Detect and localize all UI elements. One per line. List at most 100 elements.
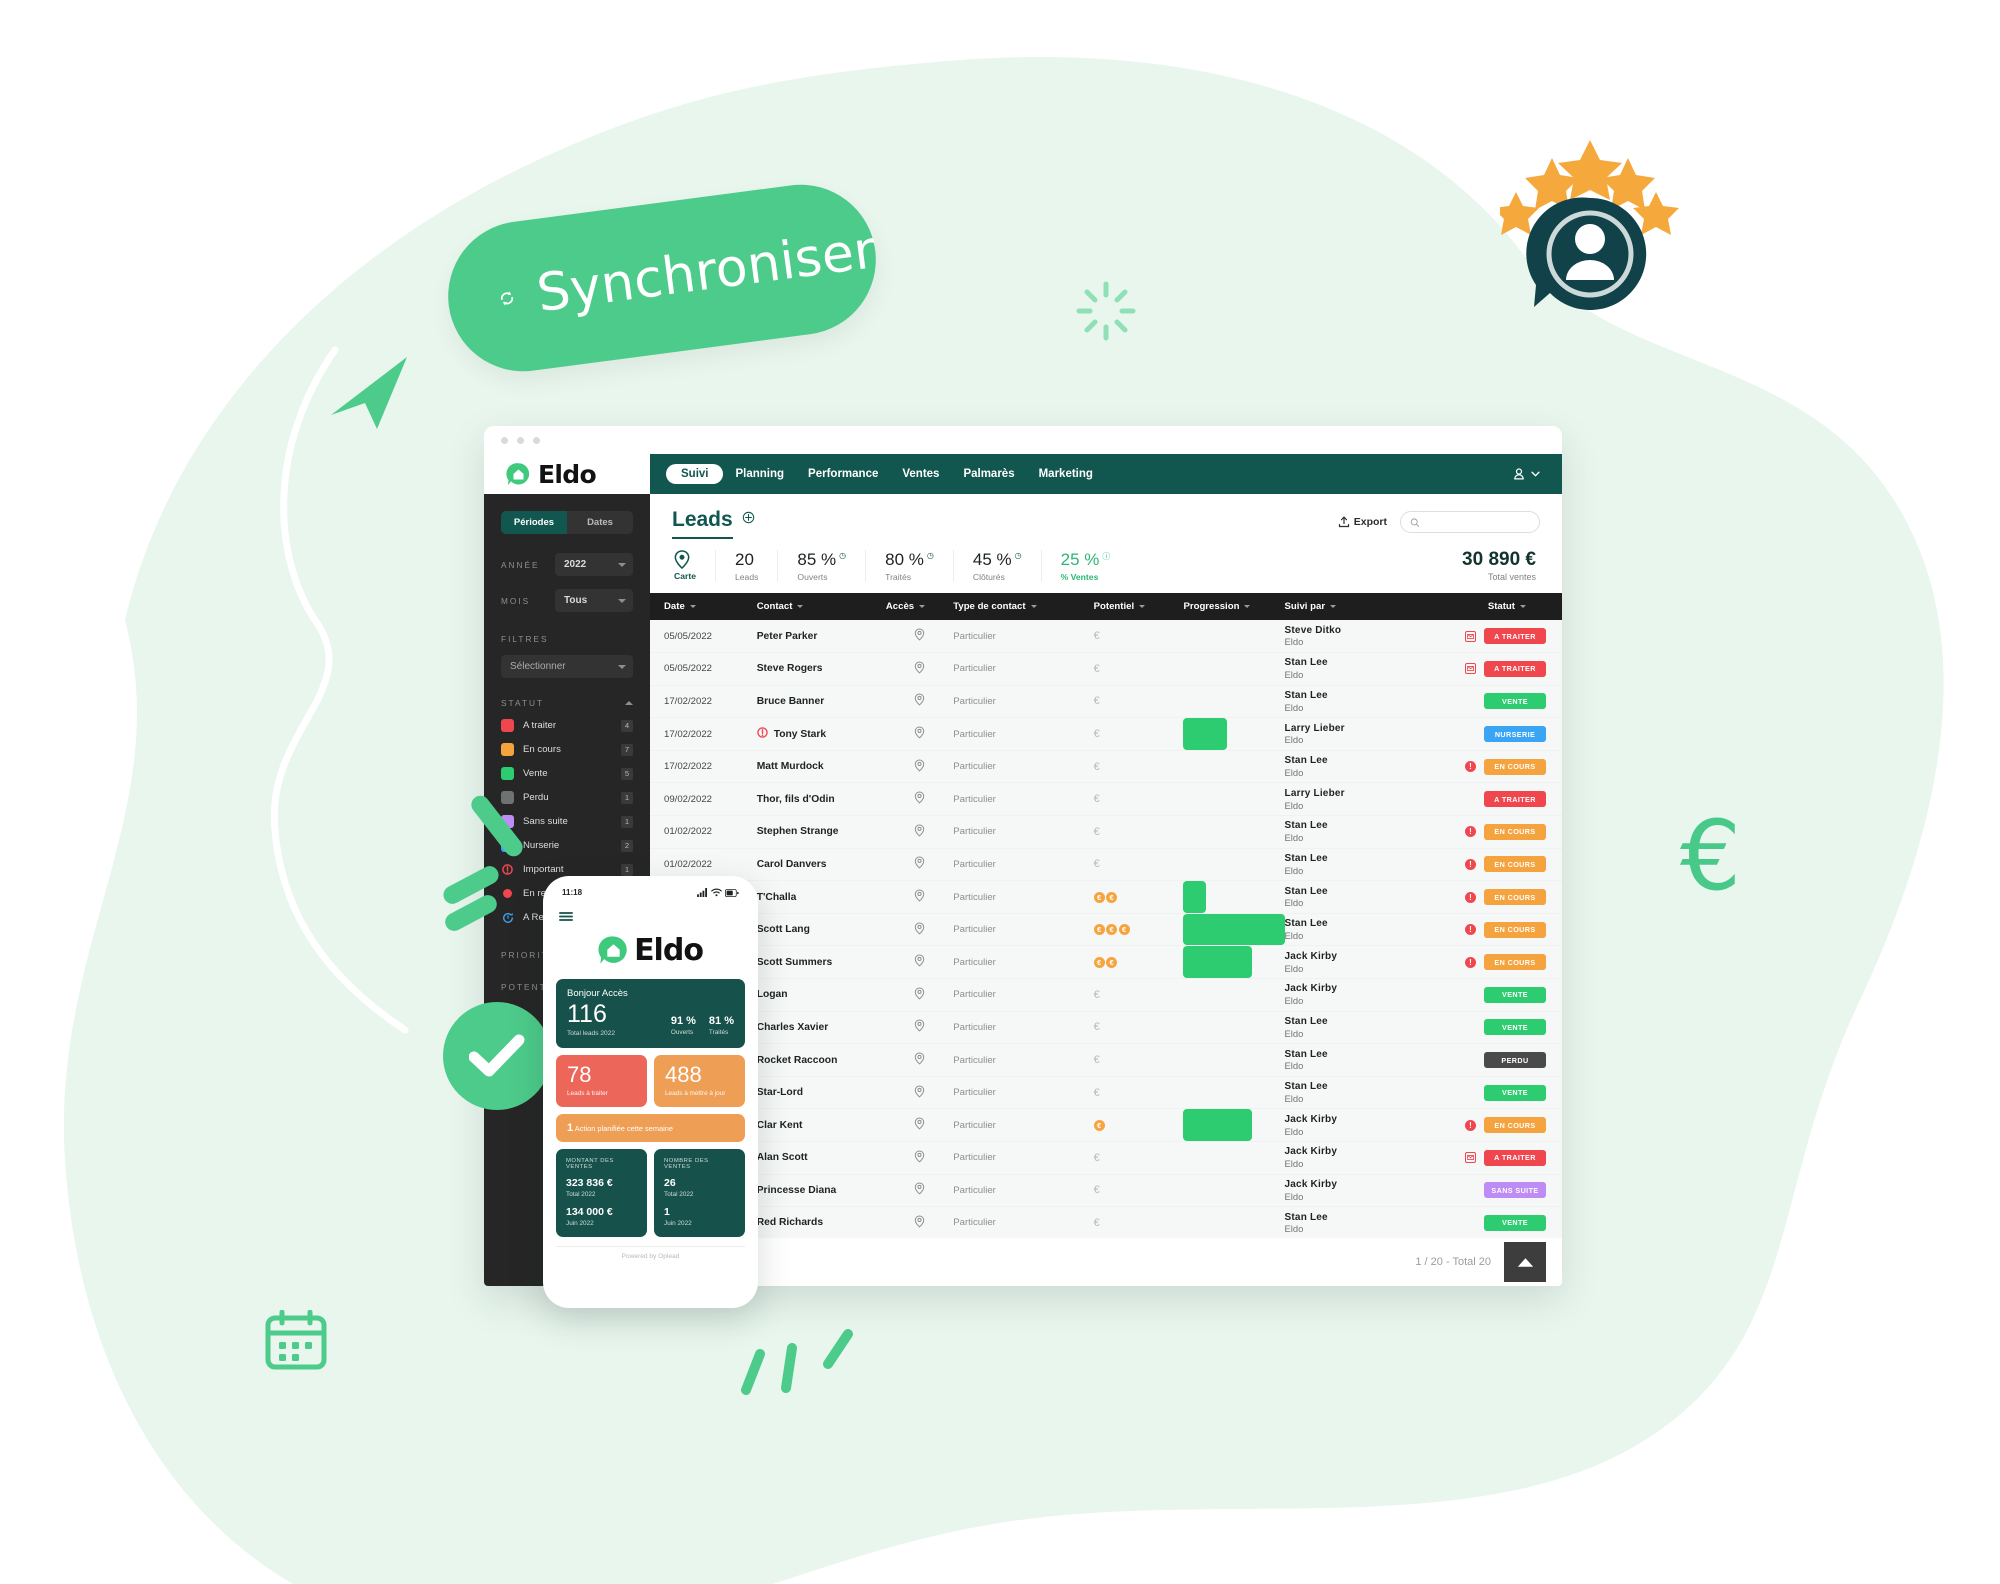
cell-acces[interactable] (886, 1174, 953, 1207)
statut-filter-item[interactable]: Sans suite 1 (501, 815, 633, 828)
phone-card-a-traiter[interactable]: 78 Leads à traiter (556, 1055, 647, 1107)
col-date[interactable]: Date (664, 601, 757, 612)
cell-acces[interactable] (886, 620, 953, 653)
status-badge[interactable]: EN COURS (1484, 856, 1546, 873)
cell-acces[interactable] (886, 881, 953, 914)
cell-acces[interactable] (886, 750, 953, 783)
table-row[interactable]: Logan Particulier € Jack Kirby Eldo VENTE (650, 979, 1562, 1012)
status-badge[interactable]: EN COURS (1484, 889, 1546, 906)
cell-acces[interactable] (886, 979, 953, 1012)
cell-acces[interactable] (886, 1076, 953, 1109)
status-badge[interactable]: EN COURS (1484, 1117, 1546, 1134)
filtres-select[interactable]: Sélectionner (501, 655, 633, 678)
table-row[interactable]: 05/05/2022 Peter Parker Particulier € Steve … (650, 620, 1562, 653)
statut-filter-item[interactable]: A traiter 4 (501, 719, 633, 732)
phone-action-strip[interactable]: 1 Action planifiée cette semaine (556, 1114, 745, 1142)
table-row[interactable]: Charles Xavier Particulier € Stan Lee Eldo VE… (650, 1011, 1562, 1044)
cell-acces[interactable] (886, 783, 953, 816)
table-row[interactable]: 17/02/2022 Bruce Banner Particulier € Stan L… (650, 685, 1562, 718)
nav-item-suivi[interactable]: Suivi (666, 464, 724, 484)
table-row[interactable]: 09/02/2022 Thor, fils d'Odin Particulier € L… (650, 783, 1562, 816)
kpi-carte[interactable]: Carte (672, 550, 716, 581)
table-row[interactable]: Rocket Raccoon Particulier € Stan Lee Eldo PE… (650, 1044, 1562, 1077)
col-statut[interactable]: Statut (1414, 601, 1562, 612)
status-badge[interactable]: VENTE (1484, 1019, 1546, 1036)
col-progression[interactable]: Progression (1183, 601, 1284, 612)
col-acces[interactable]: Accès (886, 601, 953, 612)
nav-item-performance[interactable]: Performance (796, 464, 890, 484)
status-badge[interactable]: VENTE (1484, 986, 1546, 1003)
status-badge[interactable]: A TRAITER (1484, 1149, 1546, 1166)
status-badge[interactable]: EN COURS (1484, 921, 1546, 938)
nav-item-marketing[interactable]: Marketing (1027, 464, 1105, 484)
cell-acces[interactable] (886, 816, 953, 849)
table-row[interactable]: Scott Lang Particulier € € € Stan Lee Eldo! EN … (650, 913, 1562, 946)
status-badge[interactable]: A TRAITER (1484, 660, 1546, 677)
statut-filter-item[interactable]: Perdu 1 (501, 791, 633, 804)
status-badge[interactable]: VENTE (1484, 1084, 1546, 1101)
period-mode-toggle[interactable]: Périodes Dates (501, 511, 633, 534)
status-badge[interactable]: EN COURS (1484, 758, 1546, 775)
status-badge[interactable]: EN COURS (1484, 954, 1546, 971)
status-badge[interactable]: EN COURS (1484, 823, 1546, 840)
cell-acces[interactable] (886, 913, 953, 946)
table-row[interactable]: 01/02/2022 Stephen Strange Particulier € Sta… (650, 816, 1562, 849)
statut-filter-item[interactable]: En cours 7 (501, 743, 633, 756)
cell-acces[interactable] (886, 685, 953, 718)
cell-acces[interactable] (886, 1044, 953, 1077)
export-button[interactable]: Export (1338, 516, 1387, 528)
table-row[interactable]: Princesse Diana Particulier € Jack Kirby Eld… (650, 1174, 1562, 1207)
tab-dates[interactable]: Dates (567, 511, 633, 534)
user-menu[interactable] (1512, 467, 1548, 481)
calendar-icon (265, 1310, 327, 1370)
col-suivi-par[interactable]: Suivi par (1285, 601, 1414, 612)
cell-acces[interactable] (886, 1109, 953, 1142)
scroll-top-button[interactable] (1504, 1242, 1546, 1282)
search-input[interactable] (1424, 516, 1530, 528)
cell-acces[interactable] (886, 1207, 953, 1240)
add-circle-icon[interactable] (742, 511, 755, 524)
cell-acces[interactable] (886, 718, 953, 751)
table-row[interactable]: Clar Kent Particulier € Jack Kirby Eldo! EN C… (650, 1109, 1562, 1142)
table-row[interactable]: 01/02/2022 Carol Danvers Particulier € Stan … (650, 848, 1562, 881)
app-logo[interactable]: Eldo (484, 454, 650, 494)
status-badge[interactable]: A TRAITER (1484, 628, 1546, 645)
statut-filter-item[interactable]: Important 1 (501, 863, 633, 876)
status-badge[interactable]: VENTE (1484, 1214, 1546, 1231)
nav-item-palmares[interactable]: Palmarès (951, 464, 1026, 484)
tab-periodes[interactable]: Périodes (501, 511, 567, 534)
table-row[interactable]: Scott Summers Particulier € € Jack Kirby Eldo… (650, 946, 1562, 979)
status-badge[interactable]: SANS SUITE (1484, 1182, 1546, 1199)
window-maximize-dot[interactable] (533, 436, 540, 444)
table-row[interactable]: 17/02/2022 Tony Stark Particulier € Larry Li… (650, 718, 1562, 751)
cell-acces[interactable] (886, 653, 953, 686)
cell-acces[interactable] (886, 848, 953, 881)
table-row[interactable]: 17/02/2022 Matt Murdock Particulier € Stan L… (650, 750, 1562, 783)
mois-select[interactable]: Tous (555, 589, 633, 612)
status-badge[interactable]: PERDU (1484, 1052, 1546, 1069)
cell-acces[interactable] (886, 946, 953, 979)
status-badge[interactable]: NURSERIE (1484, 726, 1546, 743)
col-type[interactable]: Type de contact (953, 601, 1093, 612)
search-box[interactable] (1400, 511, 1540, 533)
nav-item-ventes[interactable]: Ventes (890, 464, 951, 484)
status-badge[interactable]: A TRAITER (1484, 791, 1546, 808)
table-row[interactable]: T'Challa Particulier € € Stan Lee Eldo! EN COU… (650, 881, 1562, 914)
annee-select[interactable]: 2022 (555, 553, 633, 576)
col-contact[interactable]: Contact (757, 601, 886, 612)
table-row[interactable]: 05/05/2022 Steve Rogers Particulier € Stan L… (650, 653, 1562, 686)
table-row[interactable]: Alan Scott Particulier € Jack Kirby Eldo A TR… (650, 1142, 1562, 1175)
hamburger-menu-icon[interactable] (559, 909, 745, 927)
col-potentiel[interactable]: Potentiel (1094, 601, 1184, 612)
table-row[interactable]: Star-Lord Particulier € Stan Lee Eldo VENTE (650, 1076, 1562, 1109)
window-minimize-dot[interactable] (517, 436, 524, 444)
statut-filter-item[interactable]: Vente 5 (501, 767, 633, 780)
statut-header[interactable]: STATUT (501, 698, 633, 708)
cell-acces[interactable] (886, 1011, 953, 1044)
table-row[interactable]: Red Richards Particulier € Stan Lee Eldo VENT… (650, 1207, 1562, 1240)
nav-item-planning[interactable]: Planning (723, 464, 796, 484)
cell-acces[interactable] (886, 1142, 953, 1175)
phone-card-a-mettre-a-jour[interactable]: 488 Leads à mettre à jour (654, 1055, 745, 1107)
window-close-dot[interactable] (501, 436, 508, 444)
status-badge[interactable]: VENTE (1484, 693, 1546, 710)
